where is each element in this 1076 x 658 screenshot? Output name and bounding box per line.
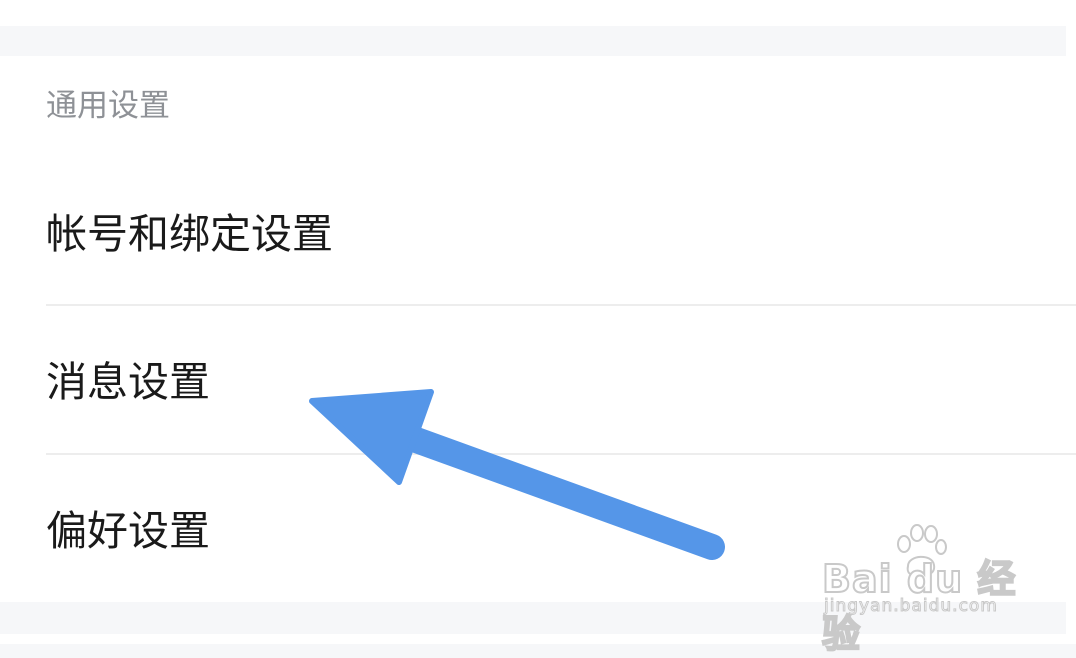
settings-item-account-binding[interactable]: 帐号和绑定设置 [0, 158, 1076, 306]
previous-settings-card [0, 0, 1066, 26]
watermark-url: jingyan.baidu.com [824, 596, 998, 617]
settings-item-label: 偏好设置 [46, 507, 210, 555]
settings-item-message[interactable]: 消息设置 [0, 306, 1076, 454]
baidu-jingyan-watermark: Bai du 经验 jingyan.baidu.com [821, 522, 1022, 657]
section-header-general: 通用设置 [46, 88, 170, 124]
settings-item-label: 消息设置 [46, 358, 210, 406]
settings-item-label: 帐号和绑定设置 [46, 210, 333, 258]
